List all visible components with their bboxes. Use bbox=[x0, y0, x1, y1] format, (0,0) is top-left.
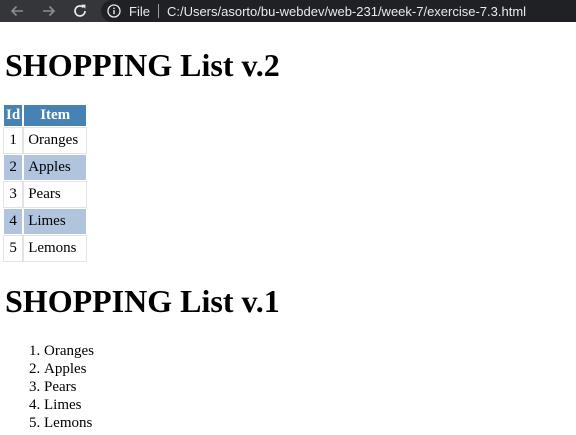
list-item: Apples bbox=[44, 360, 94, 378]
browser-toolbar: File C:/Users/asorto/bu-webdev/web-231/w… bbox=[0, 0, 576, 22]
omnibox-divider bbox=[157, 4, 159, 18]
row-item: Apples bbox=[23, 154, 88, 181]
list-item: Lemons bbox=[44, 414, 94, 432]
shopping-list: Oranges Apples Pears Limes Lemons bbox=[0, 342, 94, 432]
address-bar[interactable]: File C:/Users/asorto/bu-webdev/web-231/w… bbox=[101, 0, 576, 22]
table-row: 2 Apples bbox=[3, 154, 88, 181]
url-text[interactable]: C:/Users/asorto/bu-webdev/web-231/week-7… bbox=[167, 4, 526, 19]
scheme-label: File bbox=[129, 3, 150, 19]
back-arrow-icon bbox=[10, 5, 23, 17]
table-row: 3 Pears bbox=[3, 181, 88, 208]
list-item: Oranges bbox=[44, 342, 94, 360]
list-item: Pears bbox=[44, 378, 94, 396]
table-heading: SHOPPING List v.2 bbox=[5, 47, 280, 83]
row-id: 2 bbox=[3, 154, 24, 181]
row-id: 5 bbox=[3, 235, 24, 262]
row-item: Lemons bbox=[23, 235, 88, 262]
header-item: Item bbox=[23, 104, 88, 127]
table-row: 4 Limes bbox=[3, 208, 88, 235]
info-icon[interactable] bbox=[107, 4, 121, 18]
forward-arrow-icon bbox=[43, 5, 56, 17]
table-row: 5 Lemons bbox=[3, 235, 88, 262]
row-id: 1 bbox=[3, 127, 24, 154]
row-id: 3 bbox=[3, 181, 24, 208]
back-button[interactable] bbox=[6, 1, 28, 21]
row-item: Limes bbox=[23, 208, 88, 235]
row-id: 4 bbox=[3, 208, 24, 235]
list-heading: SHOPPING List v.1 bbox=[5, 283, 280, 319]
list-item: Limes bbox=[44, 396, 94, 414]
forward-button[interactable] bbox=[38, 1, 60, 21]
row-item: Oranges bbox=[23, 127, 88, 154]
reload-icon bbox=[74, 4, 86, 17]
reload-button[interactable] bbox=[69, 1, 91, 21]
table-row: 1 Oranges bbox=[3, 127, 88, 154]
header-id: Id bbox=[3, 104, 24, 127]
row-item: Pears bbox=[23, 181, 88, 208]
shopping-table: Id Item 1 Oranges 2 Apples 3 Pears 4 Lim… bbox=[3, 104, 88, 262]
table-header-row: Id Item bbox=[3, 104, 88, 127]
